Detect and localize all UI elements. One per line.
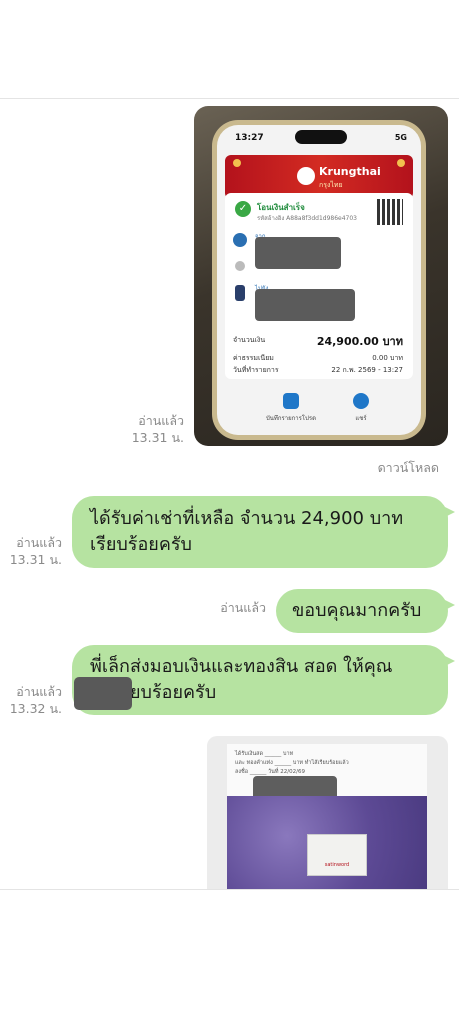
- photo1-time: 13.31 น.: [131, 430, 184, 445]
- save-favorite-label: บันทึกรายการโปรด: [266, 415, 316, 422]
- ornament-icon: [397, 159, 405, 167]
- receipt-line1: ได้รับเงินสด ______ บาท: [235, 751, 294, 757]
- fee-row: ค่าธรรมเนียม 0.00 บาท: [233, 353, 403, 364]
- bookmark-icon: [283, 393, 299, 409]
- msg1-line1: ได้รับค่าเช่าที่เหลือ จำนวน 24,900 บาท: [90, 508, 404, 529]
- share-icon: [353, 393, 369, 409]
- redacted-sender: [255, 237, 341, 269]
- msg3-line2: ยบร้อยครับ: [130, 682, 217, 703]
- msg1-meta: อ่านแล้ว 13.31 น.: [0, 534, 62, 568]
- amount-label: จำนวนเงิน: [233, 336, 266, 344]
- msg1-time: 13.31 น.: [9, 552, 62, 567]
- date-value: 22 ก.พ. 2569 - 13:27: [331, 366, 403, 374]
- photo1-meta: อ่านแล้ว 13.31 น.: [100, 412, 184, 446]
- success-check-icon: ✓: [235, 201, 251, 217]
- message-bubble-thanks[interactable]: ขอบคุณมากครับ: [276, 589, 455, 633]
- gold-tag: satinword: [307, 834, 367, 876]
- reference-number: รหัสอ้างอิง A88a8f3dd1d986e4703: [257, 215, 358, 222]
- bank-slip-photo[interactable]: 13:27 5G Krungthai กรุงไทย ✓ โอนเงินสำเร…: [194, 106, 448, 446]
- signal-indicator: 5G: [394, 133, 407, 142]
- phone-screen: 13:27 5G Krungthai กรุงไทย ✓ โอนเงินสำเร…: [217, 125, 421, 435]
- redacted-receiver: [255, 289, 355, 321]
- bubble-tail: [443, 506, 455, 518]
- ornament-icon: [233, 159, 241, 167]
- download-link[interactable]: ดาวน์โหลด: [378, 458, 439, 478]
- fee-label: ค่าธรรมเนียม: [233, 354, 274, 362]
- chat-message-list[interactable]: อ่านแล้ว 13.31 น. 13:27 5G Krungthai กรุ…: [0, 99, 459, 889]
- bank-sub-name: กรุงไทย: [319, 181, 343, 189]
- phone-clock: 13:27: [235, 133, 264, 143]
- msg2-meta: อ่านแล้ว: [200, 599, 266, 616]
- share-action: แชร์: [331, 393, 391, 423]
- msg3-time: 13.32 น.: [9, 701, 62, 716]
- purple-cloth: satinword: [227, 796, 427, 889]
- msg2-text: ขอบคุณมากครับ: [292, 600, 422, 621]
- msg3-read-status: อ่านแล้ว: [16, 684, 62, 699]
- phone-in-photo: 13:27 5G Krungthai กรุงไทย ✓ โอนเงินสำเร…: [212, 120, 426, 440]
- msg1-line2: เรียบร้อยครับ: [90, 534, 192, 555]
- amount-value: 24,900.00 บาท: [316, 335, 403, 348]
- slip-actions: บันทึกรายการโปรด แชร์: [217, 393, 421, 433]
- receipt-photo[interactable]: ได้รับเงินสด ______ บาท และ ทองคำแท่ง __…: [207, 736, 448, 889]
- msg3-meta: อ่านแล้ว 13.32 น.: [0, 683, 62, 717]
- save-favorite-action: บันทึกรายการโปรด: [261, 393, 321, 423]
- krungthai-logo-icon: [297, 167, 315, 185]
- photo1-read-status: อ่านแล้ว: [138, 413, 184, 428]
- message-bubble-rent-received[interactable]: ได้รับค่าเช่าที่เหลือ จำนวน 24,900 บาท เ…: [72, 496, 455, 568]
- bubble-tail: [443, 599, 455, 611]
- date-row: วันที่ทำรายการ 22 ก.พ. 2569 - 13:27: [233, 365, 403, 376]
- bubble-tail: [443, 655, 455, 667]
- receipt-line2: และ ทองคำแท่ง ______ บาท ทำไส้เรียบร้อยแ…: [235, 760, 349, 766]
- msg1-read-status: อ่านแล้ว: [16, 535, 62, 550]
- sender-bank-icon: [233, 233, 247, 247]
- date-label: วันที่ทำรายการ: [233, 366, 279, 374]
- msg3-line1: พี่เล็กส่งมอบเงินและทองสิน สอด ให้คุณ: [90, 656, 393, 677]
- receiver-wallet-icon: [235, 285, 245, 301]
- chat-footer-area: [0, 889, 459, 1025]
- msg2-read-status: อ่านแล้ว: [220, 600, 266, 615]
- fee-value: 0.00 บาท: [372, 354, 403, 362]
- qr-code-icon: [377, 199, 403, 225]
- arrow-down-icon: [235, 261, 245, 271]
- phone-status-bar: 13:27 5G: [227, 131, 411, 145]
- transfer-slip-card: ✓ โอนเงินสำเร็จ รหัสอ้างอิง A88a8f3dd1d9…: [225, 193, 413, 379]
- chat-header-area: [0, 0, 459, 99]
- amount-row: จำนวนเงิน 24,900.00 บาท: [233, 335, 403, 348]
- bank-name: Krungthai: [319, 165, 381, 178]
- redacted-name: [74, 677, 132, 710]
- share-label: แชร์: [355, 415, 367, 422]
